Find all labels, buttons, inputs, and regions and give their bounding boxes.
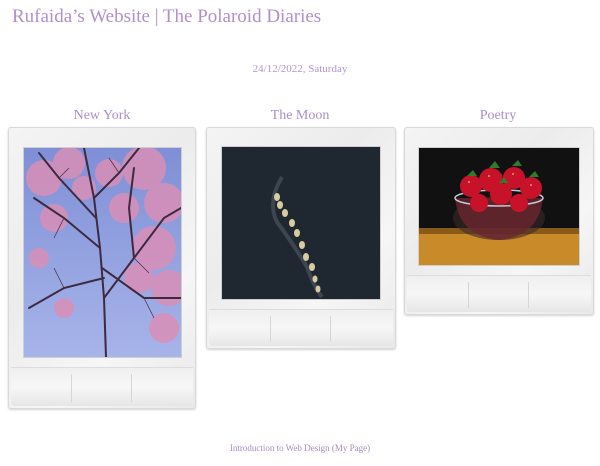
- polaroid-new-york[interactable]: [8, 127, 196, 409]
- polaroid-pocket: [209, 309, 393, 346]
- footer-intro-link[interactable]: Introduction to Web Design (My Page): [0, 443, 600, 453]
- polaroid-the-moon[interactable]: [206, 127, 396, 349]
- strawberries-bowl-painting: [418, 147, 580, 266]
- polaroid-poetry[interactable]: [404, 127, 594, 315]
- page-date: 24/12/2022, Saturday: [252, 63, 348, 75]
- label-the-moon: The Moon: [270, 108, 330, 123]
- polaroid-pocket: [11, 367, 193, 406]
- site-title: Rufaida’s Website | The Polaroid Diaries: [12, 6, 322, 27]
- cherry-blossom-tree-photo: [23, 147, 182, 358]
- label-poetry: Poetry: [479, 108, 517, 123]
- label-new-york: New York: [73, 108, 131, 123]
- moon-trail-photo: [221, 146, 381, 300]
- polaroid-pocket: [407, 275, 591, 312]
